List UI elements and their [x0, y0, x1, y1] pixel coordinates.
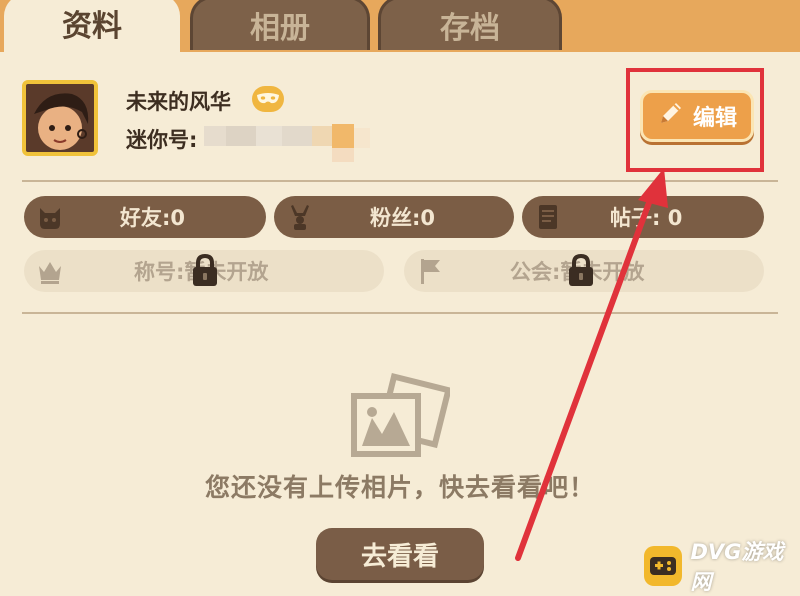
divider	[22, 312, 778, 314]
tab-profile[interactable]: 资料	[4, 0, 180, 52]
go-look-button[interactable]: 去看看	[316, 528, 484, 580]
lock-icon	[190, 253, 220, 288]
lock-icon	[566, 253, 596, 288]
mini-id-value-blurred	[204, 124, 374, 162]
title-stat: 称号:暂未开放	[24, 250, 384, 292]
friends-count: 好友:0	[120, 206, 186, 230]
empty-album-message: 您还没有上传相片，快去看看吧！	[204, 473, 595, 502]
fans-stat[interactable]: 粉丝:0	[274, 196, 514, 238]
cheer-icon	[284, 201, 316, 233]
posts-stat[interactable]: 帖子: 0	[522, 196, 764, 238]
watermark-text: DVG游戏网	[690, 540, 784, 594]
mini-id-label: 迷你号:	[126, 128, 198, 152]
cat-icon	[34, 201, 66, 233]
watermark: DVG游戏网	[644, 540, 800, 594]
tab-bar: 资料 相册 存档	[0, 0, 800, 52]
tab-album[interactable]: 相册	[190, 0, 370, 50]
highlight-box	[626, 68, 764, 172]
friends-stat[interactable]: 好友:0	[24, 196, 266, 238]
gamepad-logo-icon	[644, 546, 683, 586]
flag-icon	[414, 255, 446, 287]
avatar[interactable]	[22, 80, 98, 156]
divider	[22, 180, 778, 182]
fans-count: 粉丝:0	[370, 206, 436, 230]
posts-count: 帖子: 0	[610, 206, 683, 230]
crown-icon	[34, 255, 66, 287]
nickname: 未来的风华	[126, 90, 231, 114]
mask-icon[interactable]	[252, 86, 284, 112]
photo-icon	[350, 372, 453, 458]
tab-archive[interactable]: 存档	[378, 0, 562, 50]
document-icon	[532, 201, 564, 233]
guild-stat: 公会:暂未开放	[404, 250, 764, 292]
